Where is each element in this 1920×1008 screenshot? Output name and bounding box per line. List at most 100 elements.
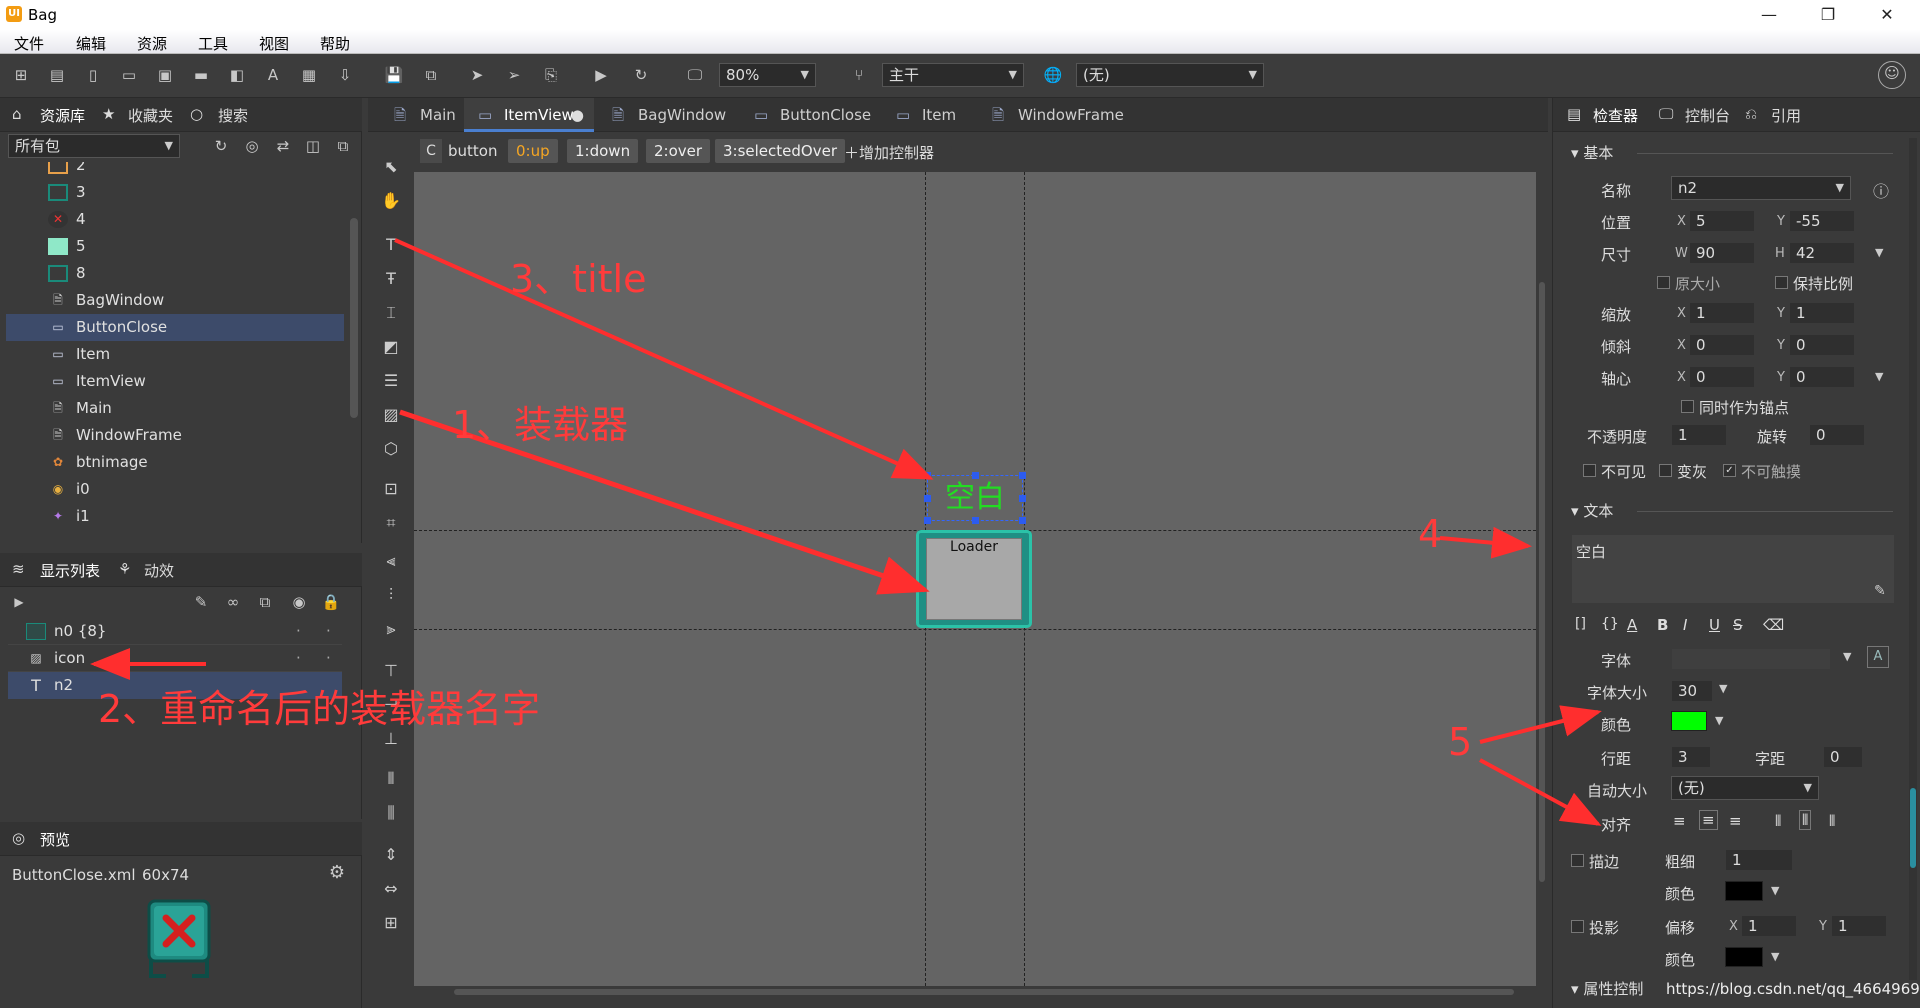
thickness-input[interactable]: 1: [1725, 849, 1793, 871]
pivot-x-input[interactable]: 0: [1689, 366, 1755, 388]
strikethrough-icon[interactable]: S: [1733, 616, 1743, 634]
eraser-icon[interactable]: ⌫: [1763, 616, 1784, 634]
font-size-input[interactable]: 30: [1671, 680, 1713, 702]
menu-help[interactable]: 帮助: [320, 33, 350, 54]
display-item-n0[interactable]: n0 {8} · ·: [8, 618, 342, 645]
font-size-chevron-icon[interactable]: ▼: [1719, 682, 1727, 695]
doc-tab-item[interactable]: ▭ Item: [882, 98, 980, 132]
align-left-icon[interactable]: ≡: [1673, 812, 1686, 830]
canvas-v-scrollbar[interactable]: [1536, 172, 1548, 986]
section-text-toggle[interactable]: ▾ 文本: [1571, 500, 1613, 521]
edit-text-icon[interactable]: ✎: [1874, 583, 1886, 599]
add-controller-button[interactable]: ＋增加控制器: [844, 142, 934, 163]
input-text-tool-icon[interactable]: ⌶: [378, 300, 404, 326]
tree-item-i0[interactable]: ◉ i0: [6, 476, 344, 503]
hand-tool-icon[interactable]: ✋: [378, 188, 404, 214]
package-filter-select[interactable]: 所有包 ▼: [8, 134, 180, 158]
orig-size-checkbox[interactable]: [1657, 276, 1670, 289]
loader-icon-element[interactable]: Loader: [916, 530, 1032, 628]
preview-settings-gear-icon[interactable]: ⚙: [326, 862, 348, 884]
refresh-icon[interactable]: ↻: [630, 64, 652, 86]
grayed-checkbox[interactable]: [1659, 464, 1672, 477]
text-field-n2[interactable]: 空白: [924, 472, 1026, 524]
refresh-library-icon[interactable]: ↻: [210, 135, 232, 157]
section-basic-toggle[interactable]: ▾ 基本: [1571, 142, 1613, 163]
globe-icon[interactable]: 🌐: [1042, 64, 1064, 86]
new-movie-icon[interactable]: ▦: [298, 64, 320, 86]
tree-item-itemview[interactable]: ▭ ItemView: [6, 368, 344, 395]
scale-y-input[interactable]: 1: [1789, 302, 1855, 324]
tab-favorites[interactable]: 收藏夹: [128, 105, 173, 126]
display-item-icon[interactable]: ▨ icon · ·: [8, 645, 342, 672]
edit-icon[interactable]: ✎: [190, 591, 212, 613]
keep-ratio-checkbox[interactable]: [1775, 276, 1788, 289]
link-icon[interactable]: ∞: [222, 591, 244, 613]
color-chevron-icon[interactable]: ▼: [1715, 714, 1723, 727]
controller-name[interactable]: button: [448, 142, 497, 160]
tree-item-2[interactable]: 2: [6, 162, 344, 179]
font-picker-icon[interactable]: A: [1867, 646, 1889, 668]
tab-console[interactable]: 控制台: [1685, 105, 1730, 126]
width-input[interactable]: 90: [1689, 242, 1755, 264]
minimize-button[interactable]: —: [1746, 2, 1792, 28]
bold-icon[interactable]: B: [1657, 616, 1668, 634]
shadow-color-swatch[interactable]: [1725, 947, 1763, 967]
import-icon[interactable]: ⇩: [334, 64, 356, 86]
menu-file[interactable]: 文件: [14, 33, 44, 54]
save-all-icon[interactable]: ⧉: [420, 64, 442, 86]
font-input[interactable]: [1671, 648, 1831, 670]
branch-icon[interactable]: ⑂: [848, 64, 870, 86]
tree-item-4[interactable]: ✕ 4: [6, 206, 344, 233]
visibility-icon[interactable]: ◉: [288, 591, 310, 613]
new-font-icon[interactable]: ▯: [82, 64, 104, 86]
equal-height-tool-icon[interactable]: ⇕: [378, 842, 404, 868]
3d-loader-tool-icon[interactable]: ⬡: [378, 436, 404, 462]
lock-icon[interactable]: 🔒: [320, 591, 342, 613]
new-component-icon[interactable]: ▤: [46, 64, 68, 86]
new-button-icon[interactable]: ▭: [118, 64, 140, 86]
inspector-scrollbar[interactable]: [1909, 138, 1917, 998]
swap-icon[interactable]: ⇄: [272, 135, 294, 157]
menu-view[interactable]: 视图: [259, 33, 289, 54]
untouchable-checkbox[interactable]: ✓: [1723, 464, 1736, 477]
stroke-color-chevron-icon[interactable]: ▼: [1771, 884, 1779, 897]
state-button-selectedover[interactable]: 3:selectedOver: [715, 139, 845, 163]
list-tool-icon[interactable]: ☰: [378, 368, 404, 394]
pivot-y-input[interactable]: 0: [1789, 366, 1855, 388]
doc-tab-bagwindow[interactable]: 🗎 BagWindow: [598, 98, 738, 132]
publish-all-icon[interactable]: ➢: [503, 64, 525, 86]
same-width-tool-icon[interactable]: ⫴: [378, 766, 404, 792]
name-select[interactable]: n2 ▼: [1671, 176, 1851, 200]
publish-settings-icon[interactable]: ⎘: [540, 64, 562, 86]
scale-x-input[interactable]: 1: [1689, 302, 1755, 324]
doc-tab-buttonclose[interactable]: ▭ ButtonClose: [740, 98, 890, 132]
tab-inspector[interactable]: 检查器: [1593, 105, 1638, 126]
valign-top-icon[interactable]: ⫴: [1775, 812, 1781, 830]
canvas-h-scrollbar[interactable]: [414, 986, 1536, 998]
split-view-icon[interactable]: ◫: [302, 135, 324, 157]
shadow-offset-y-input[interactable]: 1: [1831, 915, 1887, 937]
menu-tools[interactable]: 工具: [198, 33, 228, 54]
play-icon[interactable]: ▶: [590, 64, 612, 86]
text-color-swatch[interactable]: [1671, 711, 1707, 731]
state-button-down[interactable]: 1:down: [567, 139, 639, 163]
align-right-tool-icon[interactable]: ⫸: [378, 616, 404, 642]
tab-search[interactable]: 搜索: [218, 105, 248, 126]
as-anchor-checkbox[interactable]: [1681, 400, 1694, 413]
new-combo-icon[interactable]: ▣: [154, 64, 176, 86]
valign-middle-icon[interactable]: ⫴: [1799, 810, 1812, 830]
resolution-icon[interactable]: 🖵: [684, 64, 706, 86]
position-x-input[interactable]: 5: [1689, 210, 1755, 232]
tree-item-5[interactable]: 5: [6, 233, 344, 260]
tree-item-item[interactable]: ▭ Item: [6, 341, 344, 368]
menu-edit[interactable]: 编辑: [76, 33, 106, 54]
user-avatar-icon[interactable]: ☺: [1878, 61, 1906, 89]
equal-width-tool-icon[interactable]: ⇔: [378, 876, 404, 902]
tree-item-3[interactable]: 3: [6, 179, 344, 206]
tab-motion[interactable]: 动效: [144, 560, 174, 581]
skew-y-input[interactable]: 0: [1789, 334, 1855, 356]
shadow-offset-x-input[interactable]: 1: [1741, 915, 1797, 937]
pivot-menu-chevron-icon[interactable]: ▼: [1875, 370, 1883, 383]
braces-icon[interactable]: {}: [1601, 616, 1619, 632]
group-tool-icon[interactable]: ⊡: [378, 476, 404, 502]
